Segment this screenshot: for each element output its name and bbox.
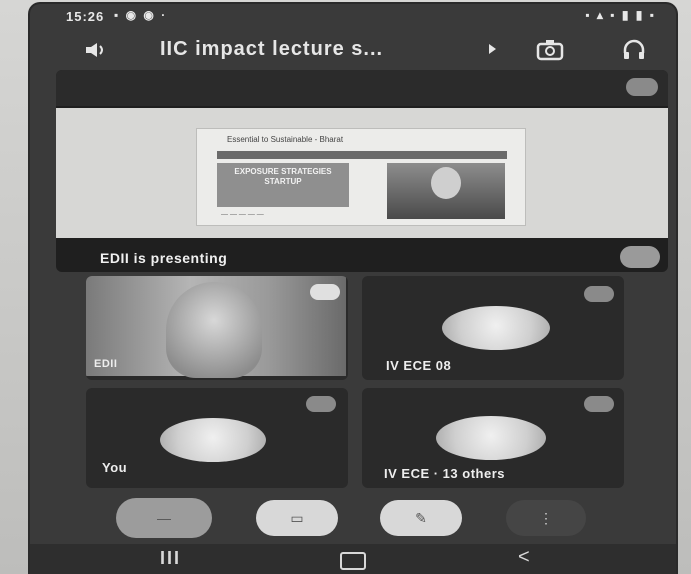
participant-tile-others[interactable]: IV ECE · 13 others [362, 388, 624, 488]
participant-options-button[interactable] [306, 396, 336, 412]
participant-avatar [442, 306, 550, 350]
more-icon: ⋮ [539, 509, 553, 526]
status-time: 15:26 [66, 9, 105, 24]
presentation-options-button[interactable] [626, 78, 658, 96]
mic-icon: ✎ [415, 509, 427, 526]
participant-tile-ece08[interactable]: IV ECE 08 [362, 276, 624, 380]
notification-icons: ▪ ◉ ◉ · [114, 8, 168, 22]
participant-face [166, 282, 262, 378]
participant-options-button[interactable] [584, 396, 614, 412]
video-toggle-button[interactable]: ▭ [256, 500, 338, 536]
participant-badge [310, 284, 340, 300]
more-options-button[interactable]: ⋮ [506, 500, 586, 536]
slide-title: Essential to Sustainable - Bharat [227, 135, 344, 144]
participant-avatar [160, 418, 266, 462]
video-icon: ▭ [290, 509, 304, 526]
phone-screen: 15:26 ▪ ◉ ◉ · ▪ ▴ ▪ ▮ ▮ ▪ IIC impact lec… [30, 4, 676, 574]
end-call-icon: — [157, 510, 171, 526]
participant-tile-you[interactable]: You [86, 388, 348, 488]
meeting-title[interactable]: IIC impact lecture s... [160, 38, 383, 61]
participant-name: IV ECE · 13 others [384, 466, 505, 481]
slide-speaker-photo [387, 163, 505, 219]
speaker-head [431, 167, 461, 199]
shared-slide: Essential to Sustainable - Bharat EXPOSU… [56, 108, 668, 238]
slide-footer: — — — — — [221, 211, 264, 218]
navigation-bar: III < [30, 544, 676, 574]
home-button[interactable] [340, 552, 366, 570]
camera-switch-icon[interactable] [536, 39, 564, 66]
headset-icon[interactable] [622, 39, 646, 66]
back-button[interactable]: < [518, 546, 530, 569]
participant-options-button[interactable] [584, 286, 614, 302]
participant-avatar [436, 416, 546, 460]
presenter-options-button[interactable] [620, 246, 660, 268]
mic-toggle-button[interactable]: ✎ [380, 500, 462, 536]
slide-content: Essential to Sustainable - Bharat EXPOSU… [196, 128, 526, 226]
participant-name: You [102, 460, 128, 475]
presentation-panel[interactable]: Essential to Sustainable - Bharat EXPOSU… [56, 70, 668, 272]
recents-button[interactable]: III [160, 548, 181, 569]
caret-right-icon[interactable] [486, 42, 498, 61]
participant-name: IV ECE 08 [386, 358, 452, 373]
app-bar: IIC impact lecture s... [30, 28, 676, 72]
system-status-icons: ▪ ▴ ▪ ▮ ▮ ▪ [585, 8, 656, 22]
status-bar: 15:26 ▪ ◉ ◉ · ▪ ▴ ▪ ▮ ▮ ▪ [30, 4, 676, 26]
end-call-button[interactable]: — [116, 498, 212, 538]
presenter-label: EDII is presenting [100, 250, 228, 266]
presentation-header [56, 70, 668, 106]
participant-tile-edii[interactable]: EDII [86, 276, 348, 380]
participant-name: EDII [94, 358, 118, 370]
slide-banner: EXPOSURE STRATEGIES STARTUP [217, 163, 349, 207]
speaker-icon[interactable] [84, 42, 106, 63]
slide-divider [217, 151, 507, 159]
participant-video [86, 276, 346, 378]
